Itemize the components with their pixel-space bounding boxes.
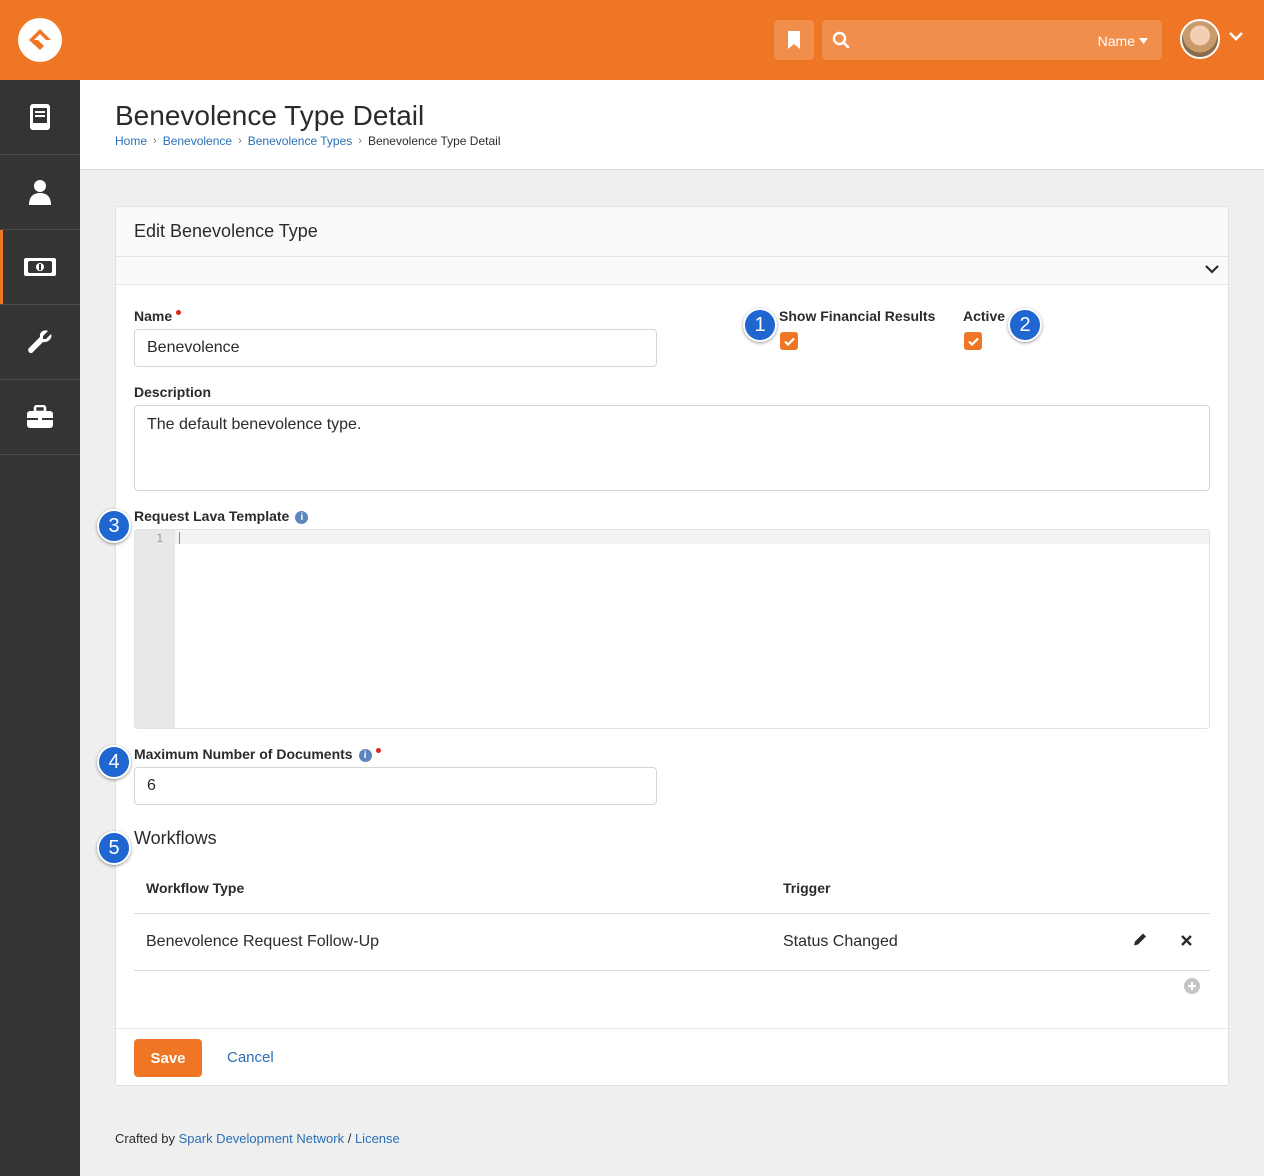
lava-template-label-text: Request Lava Template bbox=[134, 508, 290, 524]
money-icon bbox=[24, 258, 56, 276]
edit-panel: Edit Benevolence Type Name Benevolence S… bbox=[115, 206, 1229, 1086]
name-field[interactable]: Benevolence bbox=[134, 329, 657, 367]
briefcase-icon bbox=[27, 405, 53, 428]
wrench-icon bbox=[28, 330, 52, 354]
sidebar-item-tools[interactable] bbox=[0, 305, 80, 380]
workflow-type-cell: Benevolence Request Follow-Up bbox=[146, 933, 380, 950]
plus-circle-icon bbox=[1184, 978, 1200, 994]
chevron-down-icon bbox=[1229, 32, 1243, 41]
panel-title: Edit Benevolence Type bbox=[116, 207, 1228, 257]
search-icon bbox=[832, 31, 850, 49]
caret-down-icon bbox=[1139, 38, 1148, 44]
description-label: Description bbox=[134, 384, 212, 400]
top-navbar: Name bbox=[0, 0, 1264, 80]
footer-org-link[interactable]: Spark Development Network bbox=[179, 1131, 344, 1146]
user-menu-button[interactable] bbox=[1228, 30, 1244, 48]
breadcrumb-separator-icon: › bbox=[153, 135, 157, 147]
close-icon bbox=[1181, 935, 1192, 946]
callout-badge-2: 2 bbox=[1008, 308, 1042, 342]
cancel-button[interactable]: Cancel bbox=[227, 1049, 274, 1066]
form-actions: Save Cancel bbox=[116, 1028, 1228, 1086]
pencil-icon bbox=[1134, 933, 1146, 946]
search-input[interactable]: Name bbox=[822, 20, 1162, 60]
page-header: Benevolence Type Detail Home › Benevolen… bbox=[80, 80, 1264, 170]
book-icon bbox=[30, 104, 50, 130]
grid-footer bbox=[134, 971, 1210, 1001]
add-workflow-button[interactable] bbox=[1184, 978, 1200, 999]
save-button[interactable]: Save bbox=[134, 1039, 202, 1077]
avatar[interactable] bbox=[1180, 19, 1220, 59]
breadcrumb-benevolence[interactable]: Benevolence bbox=[163, 134, 232, 148]
breadcrumb: Home › Benevolence › Benevolence Types ›… bbox=[115, 134, 501, 148]
workflows-title: Workflows bbox=[134, 828, 217, 848]
show-financial-checkbox[interactable] bbox=[780, 332, 798, 350]
footer-license-link[interactable]: License bbox=[355, 1131, 400, 1146]
page-title: Benevolence Type Detail bbox=[115, 100, 425, 131]
page-footer: Crafted by Spark Development Network / L… bbox=[115, 1131, 400, 1146]
delete-button[interactable] bbox=[1181, 933, 1192, 951]
edit-button[interactable] bbox=[1133, 933, 1147, 952]
workflows-grid: Workflow Type Trigger Benevolence Reques… bbox=[134, 863, 1210, 1001]
check-icon bbox=[783, 337, 795, 346]
check-icon bbox=[967, 337, 979, 346]
show-financial-label: Show Financial Results bbox=[779, 308, 936, 324]
breadcrumb-separator-icon: › bbox=[238, 135, 242, 147]
editor-gutter: 1 bbox=[135, 530, 175, 728]
line-number: 1 bbox=[156, 532, 163, 545]
footer-prefix: Crafted by bbox=[115, 1131, 175, 1146]
editor-cursor bbox=[179, 532, 180, 544]
breadcrumb-current: Benevolence Type Detail bbox=[367, 134, 501, 148]
column-header-workflow-type[interactable]: Workflow Type bbox=[146, 880, 244, 896]
sidebar-item-finance[interactable] bbox=[0, 230, 80, 305]
sidebar-item-books[interactable] bbox=[0, 80, 80, 155]
active-label: Active bbox=[963, 308, 1006, 324]
breadcrumb-home[interactable]: Home bbox=[115, 134, 147, 148]
search-scope-dropdown[interactable]: Name bbox=[1098, 33, 1148, 49]
sidebar-item-admin[interactable] bbox=[0, 380, 80, 455]
panel-drawer[interactable] bbox=[116, 257, 1228, 285]
callout-badge-3: 3 bbox=[97, 509, 131, 543]
lava-template-label: Request Lava Template i bbox=[134, 508, 309, 524]
max-documents-label-text: Maximum Number of Documents bbox=[134, 746, 353, 762]
name-label: Name bbox=[134, 308, 182, 324]
info-icon[interactable]: i bbox=[358, 748, 372, 762]
breadcrumb-separator-icon: › bbox=[358, 135, 362, 147]
callout-badge-1: 1 bbox=[743, 308, 777, 342]
sidebar-item-people[interactable] bbox=[0, 155, 80, 230]
rock-logo-icon[interactable] bbox=[18, 18, 62, 62]
sidebar bbox=[0, 80, 80, 1176]
lava-template-editor[interactable]: 1 bbox=[134, 529, 1210, 729]
search-scope-label: Name bbox=[1097, 33, 1135, 49]
footer-separator: / bbox=[347, 1131, 352, 1146]
name-label-text: Name bbox=[134, 308, 173, 324]
description-field[interactable]: The default benevolence type. bbox=[134, 405, 1210, 491]
required-indicator-icon bbox=[375, 748, 381, 753]
active-checkbox[interactable] bbox=[964, 332, 982, 350]
max-documents-field[interactable]: 6 bbox=[134, 767, 657, 805]
required-indicator-icon bbox=[176, 310, 182, 315]
person-icon bbox=[29, 180, 51, 205]
info-icon[interactable]: i bbox=[295, 510, 309, 524]
chevron-down-icon[interactable] bbox=[1204, 263, 1220, 275]
trigger-cell: Status Changed bbox=[783, 933, 898, 950]
bookmark-icon bbox=[788, 31, 800, 49]
column-header-trigger[interactable]: Trigger bbox=[783, 880, 830, 896]
callout-badge-4: 4 bbox=[97, 745, 131, 779]
breadcrumb-benevolence-types[interactable]: Benevolence Types bbox=[248, 134, 353, 148]
callout-badge-5: 5 bbox=[97, 831, 131, 865]
max-documents-label: Maximum Number of Documents i bbox=[134, 746, 381, 762]
bookmark-button[interactable] bbox=[774, 20, 814, 60]
table-row[interactable]: Benevolence Request Follow-Up Status Cha… bbox=[134, 914, 1210, 971]
grid-header: Workflow Type Trigger bbox=[134, 863, 1210, 914]
editor-active-line bbox=[175, 530, 1209, 544]
